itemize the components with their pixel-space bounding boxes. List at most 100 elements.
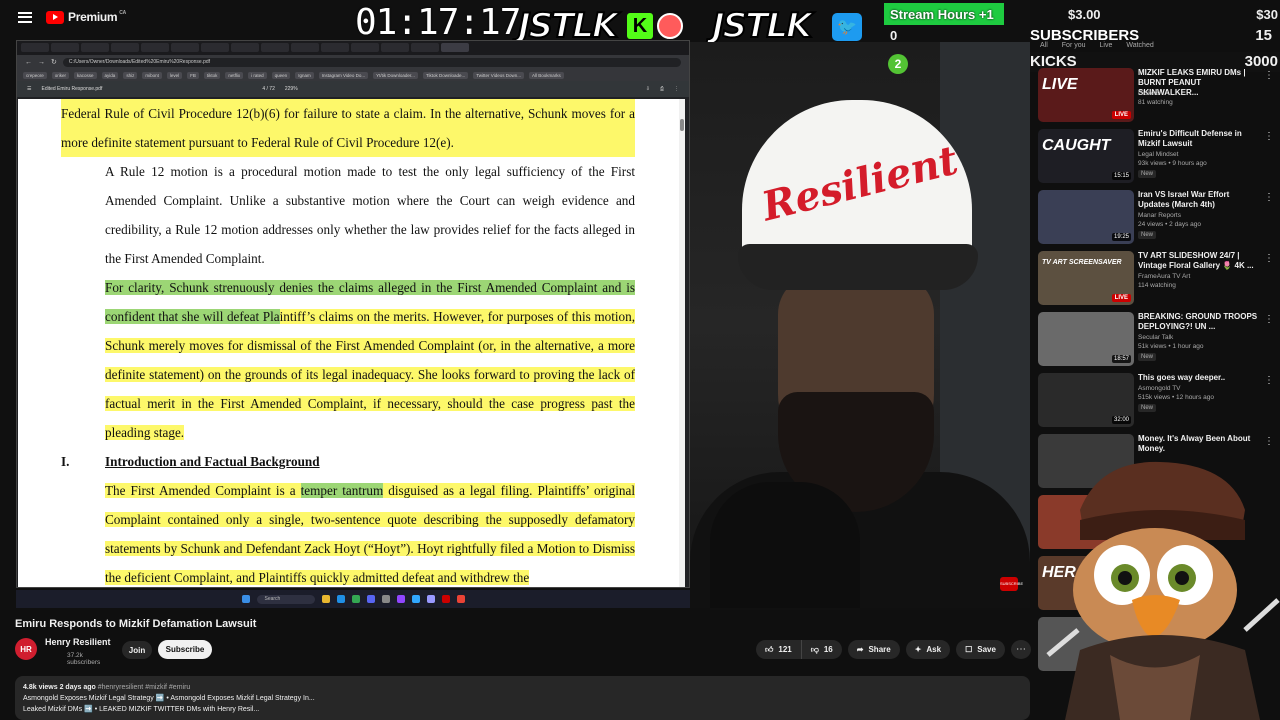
bookmark-item[interactable]: Ignam <box>295 71 314 79</box>
item-menu-icon[interactable]: ⋮ <box>1264 436 1274 447</box>
photoshop-icon[interactable] <box>411 595 420 603</box>
feed-item-channel[interactable]: Secular Talk <box>1138 334 1173 341</box>
video-thumbnail[interactable]: LIVE LIVE <box>1038 68 1134 122</box>
discord-icon[interactable] <box>366 595 375 603</box>
feed-item-channel[interactable]: Asmongold TV <box>1138 385 1181 392</box>
pdf-page-indicator[interactable]: 4 / 72 <box>262 86 275 92</box>
video-thumbnail[interactable]: 32:00 <box>1038 373 1134 427</box>
bookmark-item[interactable]: Yt/tik Downloader... <box>373 71 418 79</box>
browser-tab[interactable] <box>81 43 109 52</box>
reload-icon[interactable]: ↻ <box>51 58 57 66</box>
bookmark-item[interactable]: queen <box>271 71 291 79</box>
feed-chip[interactable]: Live <box>1100 42 1113 49</box>
app-icon[interactable] <box>456 595 465 603</box>
browser-tab[interactable] <box>321 43 349 52</box>
bookmark-item[interactable]: mibont <box>142 71 162 79</box>
join-button[interactable]: Join <box>122 641 152 659</box>
feed-item[interactable]: LIVE LIVE MIZKIF LEAKS EMIRU DMs | BURNT P… <box>1036 68 1276 126</box>
video-thumbnail[interactable]: TV ART SCREENSAVER LIVE <box>1038 251 1134 305</box>
forward-icon[interactable]: → <box>38 59 45 66</box>
bookmark-item[interactable]: Instagram Video Do... <box>318 71 369 79</box>
browser-tab[interactable] <box>21 43 49 52</box>
feed-item-title[interactable]: BREAKING: GROUND TROOPS DEPLOYING?! UN .… <box>1138 312 1258 332</box>
item-menu-icon[interactable]: ⋮ <box>1264 314 1274 325</box>
windows-start-icon[interactable] <box>241 595 250 603</box>
video-thumbnail[interactable]: 18:57 <box>1038 312 1134 366</box>
feed-chip[interactable]: Watched <box>1126 42 1153 49</box>
feed-item-channel[interactable]: FrameAura TV Art <box>1138 273 1190 280</box>
more-icon[interactable]: ⋮ <box>674 86 679 92</box>
bookmark-item[interactable]: oriker <box>51 71 70 79</box>
more-actions-icon[interactable]: ⋯ <box>1010 640 1031 659</box>
download-icon[interactable]: ⇩ <box>646 86 650 92</box>
ask-button[interactable]: ✦ Ask <box>905 640 951 659</box>
feed-item-channel[interactable]: Manar Reports <box>1138 212 1181 219</box>
browser-tab[interactable] <box>381 43 409 52</box>
browser-tab-active[interactable] <box>441 43 469 52</box>
feed-item[interactable]: TV ART SCREENSAVER LIVE TV ART SLIDESHOW 2… <box>1036 251 1276 309</box>
bookmark-item[interactable]: kacosse <box>74 71 97 79</box>
item-menu-icon[interactable]: ⋮ <box>1264 131 1274 142</box>
item-menu-icon[interactable]: ⋮ <box>1264 253 1274 264</box>
video-thumbnail[interactable]: 19:25 <box>1038 190 1134 244</box>
feed-chip[interactable]: For you <box>1062 42 1086 49</box>
browser-tab[interactable] <box>171 43 199 52</box>
pdf-scrollbar[interactable] <box>679 99 685 587</box>
browser-tab[interactable] <box>411 43 439 52</box>
bookmark-item[interactable]: tiktok <box>203 71 221 79</box>
chrome-icon[interactable] <box>351 595 360 603</box>
browser-tab[interactable] <box>231 43 259 52</box>
pdf-menu-icon[interactable]: ☰ <box>27 86 31 92</box>
subscribe-watermark[interactable]: SUBSCRIBE <box>1000 577 1023 591</box>
explorer-icon[interactable] <box>321 595 330 603</box>
bookmark-item[interactable]: crepeore <box>23 71 47 79</box>
feed-item-title[interactable]: Iran VS Israel War Effort Updates (March… <box>1138 190 1258 210</box>
back-icon[interactable]: ← <box>25 59 32 66</box>
edge-icon[interactable] <box>336 595 345 603</box>
item-menu-icon[interactable]: ⋮ <box>1264 192 1274 203</box>
video-player[interactable]: Premium CA 01:17:17 JSTLK K JSTLK 🐦 ← → … <box>0 0 1280 610</box>
bookmark-item[interactable]: netflix <box>225 71 244 79</box>
app-icon[interactable] <box>396 595 405 603</box>
subscribe-button[interactable]: Subscribe <box>158 640 212 659</box>
bookmark-item[interactable]: FB <box>187 71 199 79</box>
feed-item[interactable]: 18:57 BREAKING: GROUND TROOPS DEPLOYING?!… <box>1036 312 1276 370</box>
item-menu-icon[interactable]: ⋮ <box>1264 375 1274 386</box>
video-description[interactable]: 4.8k views 2 days ago #henryresilient #m… <box>15 676 1030 720</box>
pdf-zoom[interactable]: 229% <box>285 86 298 92</box>
bookmark-item[interactable]: Tiktok Downloade... <box>422 71 469 79</box>
premiere-icon[interactable] <box>426 595 435 603</box>
video-thumbnail[interactable]: CAUGHT 15:15 <box>1038 129 1134 183</box>
feed-item-channel[interactable]: Legal Mindset <box>1138 151 1178 158</box>
feed-item-title[interactable]: This goes way deeper.. <box>1138 373 1258 383</box>
url-field[interactable]: C:/Users/Owner/Downloads/Edited%20Emiru%… <box>62 57 681 67</box>
browser-tab[interactable] <box>351 43 379 52</box>
feed-item-title[interactable]: TV ART SLIDESHOW 24/7 | Vintage Floral G… <box>1138 251 1258 271</box>
bookmark-item[interactable]: i rated <box>248 71 267 79</box>
feed-chip[interactable]: All <box>1040 42 1048 49</box>
save-button[interactable]: ☐ Save <box>956 640 1005 659</box>
channel-name[interactable]: Henry Resilient <box>45 637 111 647</box>
browser-tab[interactable] <box>141 43 169 52</box>
print-icon[interactable]: ⎙ <box>660 86 664 92</box>
like-button[interactable]: 👍︎ 121 <box>756 640 802 659</box>
taskbar-search[interactable]: Search <box>256 594 315 604</box>
feed-item-title[interactable]: Emiru's Difficult Defense in Mizkif Laws… <box>1138 129 1258 149</box>
share-button[interactable]: ➦ Share <box>847 640 900 659</box>
bookmark-item[interactable]: shiz <box>123 71 138 79</box>
youtube-logo[interactable]: Premium CA <box>46 10 126 24</box>
feed-item[interactable]: CAUGHT 15:15 Emiru's Difficult Defense in … <box>1036 129 1276 187</box>
browser-tab[interactable] <box>201 43 229 52</box>
browser-tab[interactable] <box>261 43 289 52</box>
feed-item[interactable]: 19:25 Iran VS Israel War Effort Updates (… <box>1036 190 1276 248</box>
bookmark-item[interactable]: ayida <box>101 71 119 79</box>
bookmark-item[interactable]: All Bookmarks <box>528 71 564 79</box>
app-icon[interactable] <box>381 595 390 603</box>
browser-tab[interactable] <box>291 43 319 52</box>
feed-item-channel[interactable]: Dickers <box>1138 90 1160 97</box>
item-menu-icon[interactable]: ⋮ <box>1264 70 1274 81</box>
menu-icon[interactable] <box>18 11 32 23</box>
dislike-button[interactable]: 👎︎ 16 <box>801 640 842 659</box>
feed-item[interactable]: 32:00 This goes way deeper.. Asmongold TV 5… <box>1036 373 1276 431</box>
bookmark-item[interactable]: level <box>166 71 183 79</box>
